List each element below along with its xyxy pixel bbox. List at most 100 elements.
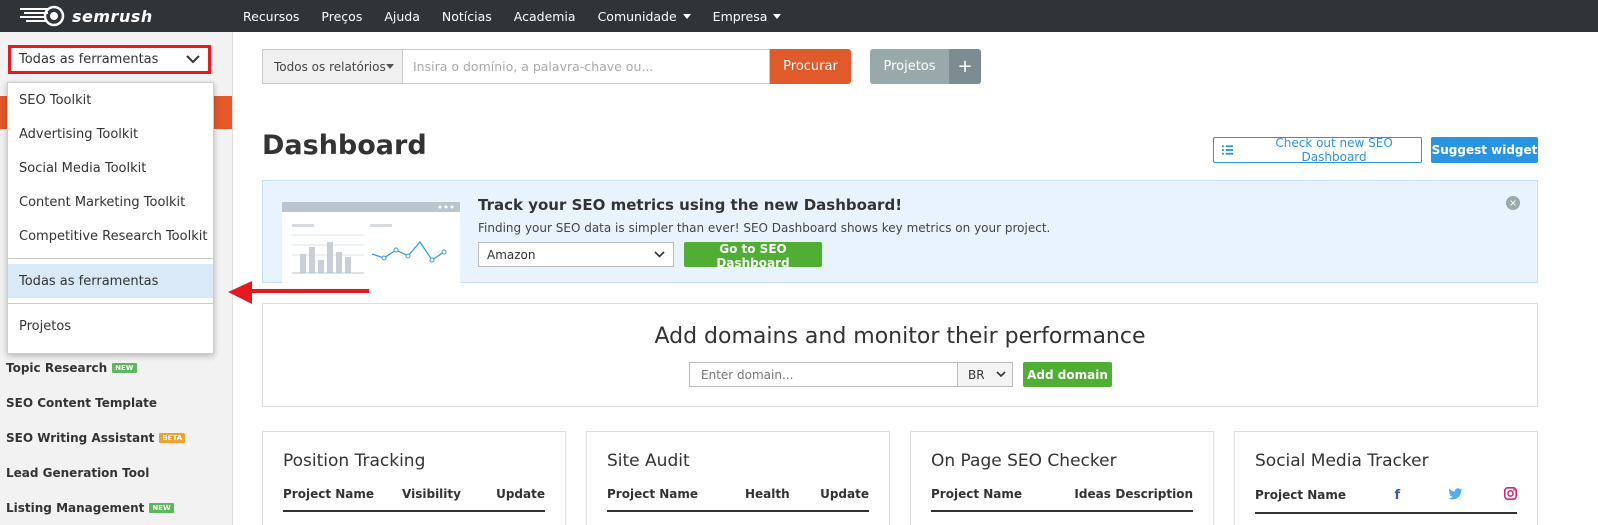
project-select[interactable]: Amazon	[478, 242, 674, 267]
sidebar-item-label: SEO Content Template	[6, 395, 158, 410]
promo-title: Track your SEO metrics using the new Das…	[478, 196, 903, 214]
column-header: Visibility	[402, 487, 461, 501]
nav-label: Comunidade	[597, 8, 677, 24]
column-header: Ideas	[1074, 487, 1111, 501]
check-button-label: Check out new SEO Dashboard	[1275, 136, 1393, 164]
widget-columns: Project Name Health Update	[607, 487, 869, 512]
widget-title[interactable]: Social Media Tracker	[1255, 451, 1429, 471]
column-header: Project Name	[283, 487, 375, 501]
nav-empresa[interactable]: Empresa	[713, 9, 782, 24]
chevron-down-icon	[654, 251, 665, 258]
column-header: Health	[745, 487, 790, 501]
sidebar-item-seo-content-template[interactable]: SEO Content Template	[6, 385, 185, 420]
check-new-seo-dashboard-button[interactable]: Check out new SEO Dashboard	[1213, 136, 1422, 164]
nav-label: Notícias	[441, 8, 492, 24]
domain-input[interactable]	[689, 362, 958, 387]
sidebar-item-label: Lead Generation Tool	[6, 465, 150, 480]
projects-control: Projetos +	[870, 49, 981, 84]
sidebar-item-listing-management[interactable]: Listing Management NEW	[6, 490, 185, 525]
dropdown-item-advertising-toolkit[interactable]: Advertising Toolkit	[8, 117, 213, 151]
on-page-seo-checker-widget: On Page SEO Checker Project Name Ideas D…	[910, 431, 1214, 525]
nav-noticias[interactable]: Notícias	[442, 9, 492, 24]
dropdown-divider	[8, 258, 213, 259]
nav-recursos[interactable]: Recursos	[243, 9, 299, 24]
column-header: Update	[496, 487, 545, 501]
dropdown-divider	[8, 303, 213, 304]
widget-columns: Project Name Visibility Update	[283, 487, 545, 512]
dropdown-item-competitive-research-toolkit[interactable]: Competitive Research Toolkit	[8, 219, 213, 253]
nav-label: Recursos	[243, 8, 300, 24]
search-input[interactable]	[403, 49, 770, 84]
dropdown-item-content-marketing-toolkit[interactable]: Content Marketing Toolkit	[8, 185, 213, 219]
widget-title[interactable]: Site Audit	[607, 451, 690, 471]
nav-label: Ajuda	[384, 8, 420, 24]
new-badge: NEW	[149, 502, 174, 513]
semrush-logo[interactable]: semrush	[18, 5, 153, 27]
country-select[interactable]: BR	[958, 362, 1013, 387]
chevron-down-icon	[186, 55, 200, 64]
close-icon[interactable]: ×	[1506, 196, 1520, 210]
social-media-tracker-widget: Social Media Tracker Project Name f	[1234, 431, 1538, 525]
twitter-icon[interactable]	[1448, 487, 1504, 503]
sidebar-item-label: Topic Research	[6, 360, 108, 375]
add-domains-panel: Add domains and monitor their performanc…	[262, 303, 1538, 407]
add-domains-title: Add domains and monitor their performanc…	[654, 324, 1146, 349]
sidebar-item-topic-research[interactable]: Topic Research NEW	[6, 350, 185, 385]
sidebar-item-seo-writing-assistant[interactable]: SEO Writing Assistant BETA	[6, 420, 186, 455]
column-header: Project Name	[931, 487, 1023, 501]
dashboard-illustration	[282, 202, 460, 284]
widget-title[interactable]: On Page SEO Checker	[931, 451, 1117, 471]
instagram-icon[interactable]	[1504, 487, 1517, 503]
projects-button[interactable]: Projetos	[870, 49, 949, 84]
facebook-icon[interactable]: f	[1394, 488, 1448, 503]
top-navbar: semrush Recursos Preços Ajuda Notícias A…	[0, 0, 1598, 32]
column-header: Project Name	[1255, 488, 1347, 502]
dropdown-item-seo-toolkit[interactable]: SEO Toolkit	[8, 83, 213, 117]
country-value: BR	[968, 367, 985, 382]
report-type-select[interactable]: Todos os relatórios	[262, 49, 403, 84]
column-header: Project Name	[607, 487, 699, 501]
dropdown-item-all-tools[interactable]: Todas as ferramentas	[8, 264, 213, 298]
widget-columns: Project Name Ideas Description	[931, 487, 1193, 512]
sidebar-item-lead-generation[interactable]: Lead Generation Tool	[6, 455, 185, 490]
nav-academia[interactable]: Academia	[514, 9, 576, 24]
chevron-down-icon	[996, 371, 1006, 378]
toolkit-dropdown-menu: SEO Toolkit Advertising Toolkit Social M…	[7, 82, 214, 354]
red-arrow-annotation	[228, 281, 369, 304]
search-bar: Todos os relatórios Procurar	[262, 49, 851, 84]
search-button[interactable]: Procurar	[770, 49, 851, 84]
add-project-button[interactable]: +	[949, 49, 981, 84]
caret-down-icon	[386, 64, 394, 69]
report-select-label: Todos os relatórios	[274, 59, 386, 74]
nav-label: Academia	[513, 8, 576, 24]
widget-title[interactable]: Position Tracking	[283, 451, 425, 471]
go-to-seo-dashboard-button[interactable]: Go to SEO Dashboard	[684, 242, 822, 270]
caret-down-icon	[773, 13, 782, 19]
beta-badge: BETA	[159, 432, 186, 443]
nav-label: Empresa	[712, 8, 768, 24]
promo-subtitle: Finding your SEO data is simpler than ev…	[478, 221, 1051, 235]
tool-select-dropdown[interactable]: Todas as ferramentas	[8, 45, 211, 74]
page-title: Dashboard	[262, 130, 427, 161]
position-tracking-widget: Position Tracking Project Name Visibilit…	[262, 431, 566, 525]
list-icon	[1222, 145, 1234, 155]
nav-comunidade[interactable]: Comunidade	[598, 9, 691, 24]
nav-precos[interactable]: Preços	[321, 9, 362, 24]
sidebar-tool-list: Topic Research NEW SEO Content Template …	[6, 350, 186, 525]
add-domain-button[interactable]: Add domain	[1023, 362, 1112, 387]
suggest-widget-button[interactable]: Suggest widget	[1431, 137, 1538, 163]
widget-columns: Project Name f	[1255, 487, 1517, 514]
site-audit-widget: Site Audit Project Name Health Update	[586, 431, 890, 525]
rocket-logo-icon	[20, 5, 65, 27]
new-badge: NEW	[112, 362, 137, 373]
main-nav: Recursos Preços Ajuda Notícias Academia …	[243, 0, 803, 32]
sidebar-item-label: Listing Management	[6, 500, 145, 515]
caret-down-icon	[682, 13, 691, 19]
brand-name: semrush	[72, 6, 153, 26]
dropdown-item-projects[interactable]: Projetos	[8, 309, 213, 343]
column-header: Update	[820, 487, 869, 501]
nav-ajuda[interactable]: Ajuda	[384, 9, 420, 24]
nav-label: Preços	[321, 8, 363, 24]
dropdown-item-social-media-toolkit[interactable]: Social Media Toolkit	[8, 151, 213, 185]
new-dashboard-promo-banner: Track your SEO metrics using the new Das…	[262, 180, 1538, 284]
